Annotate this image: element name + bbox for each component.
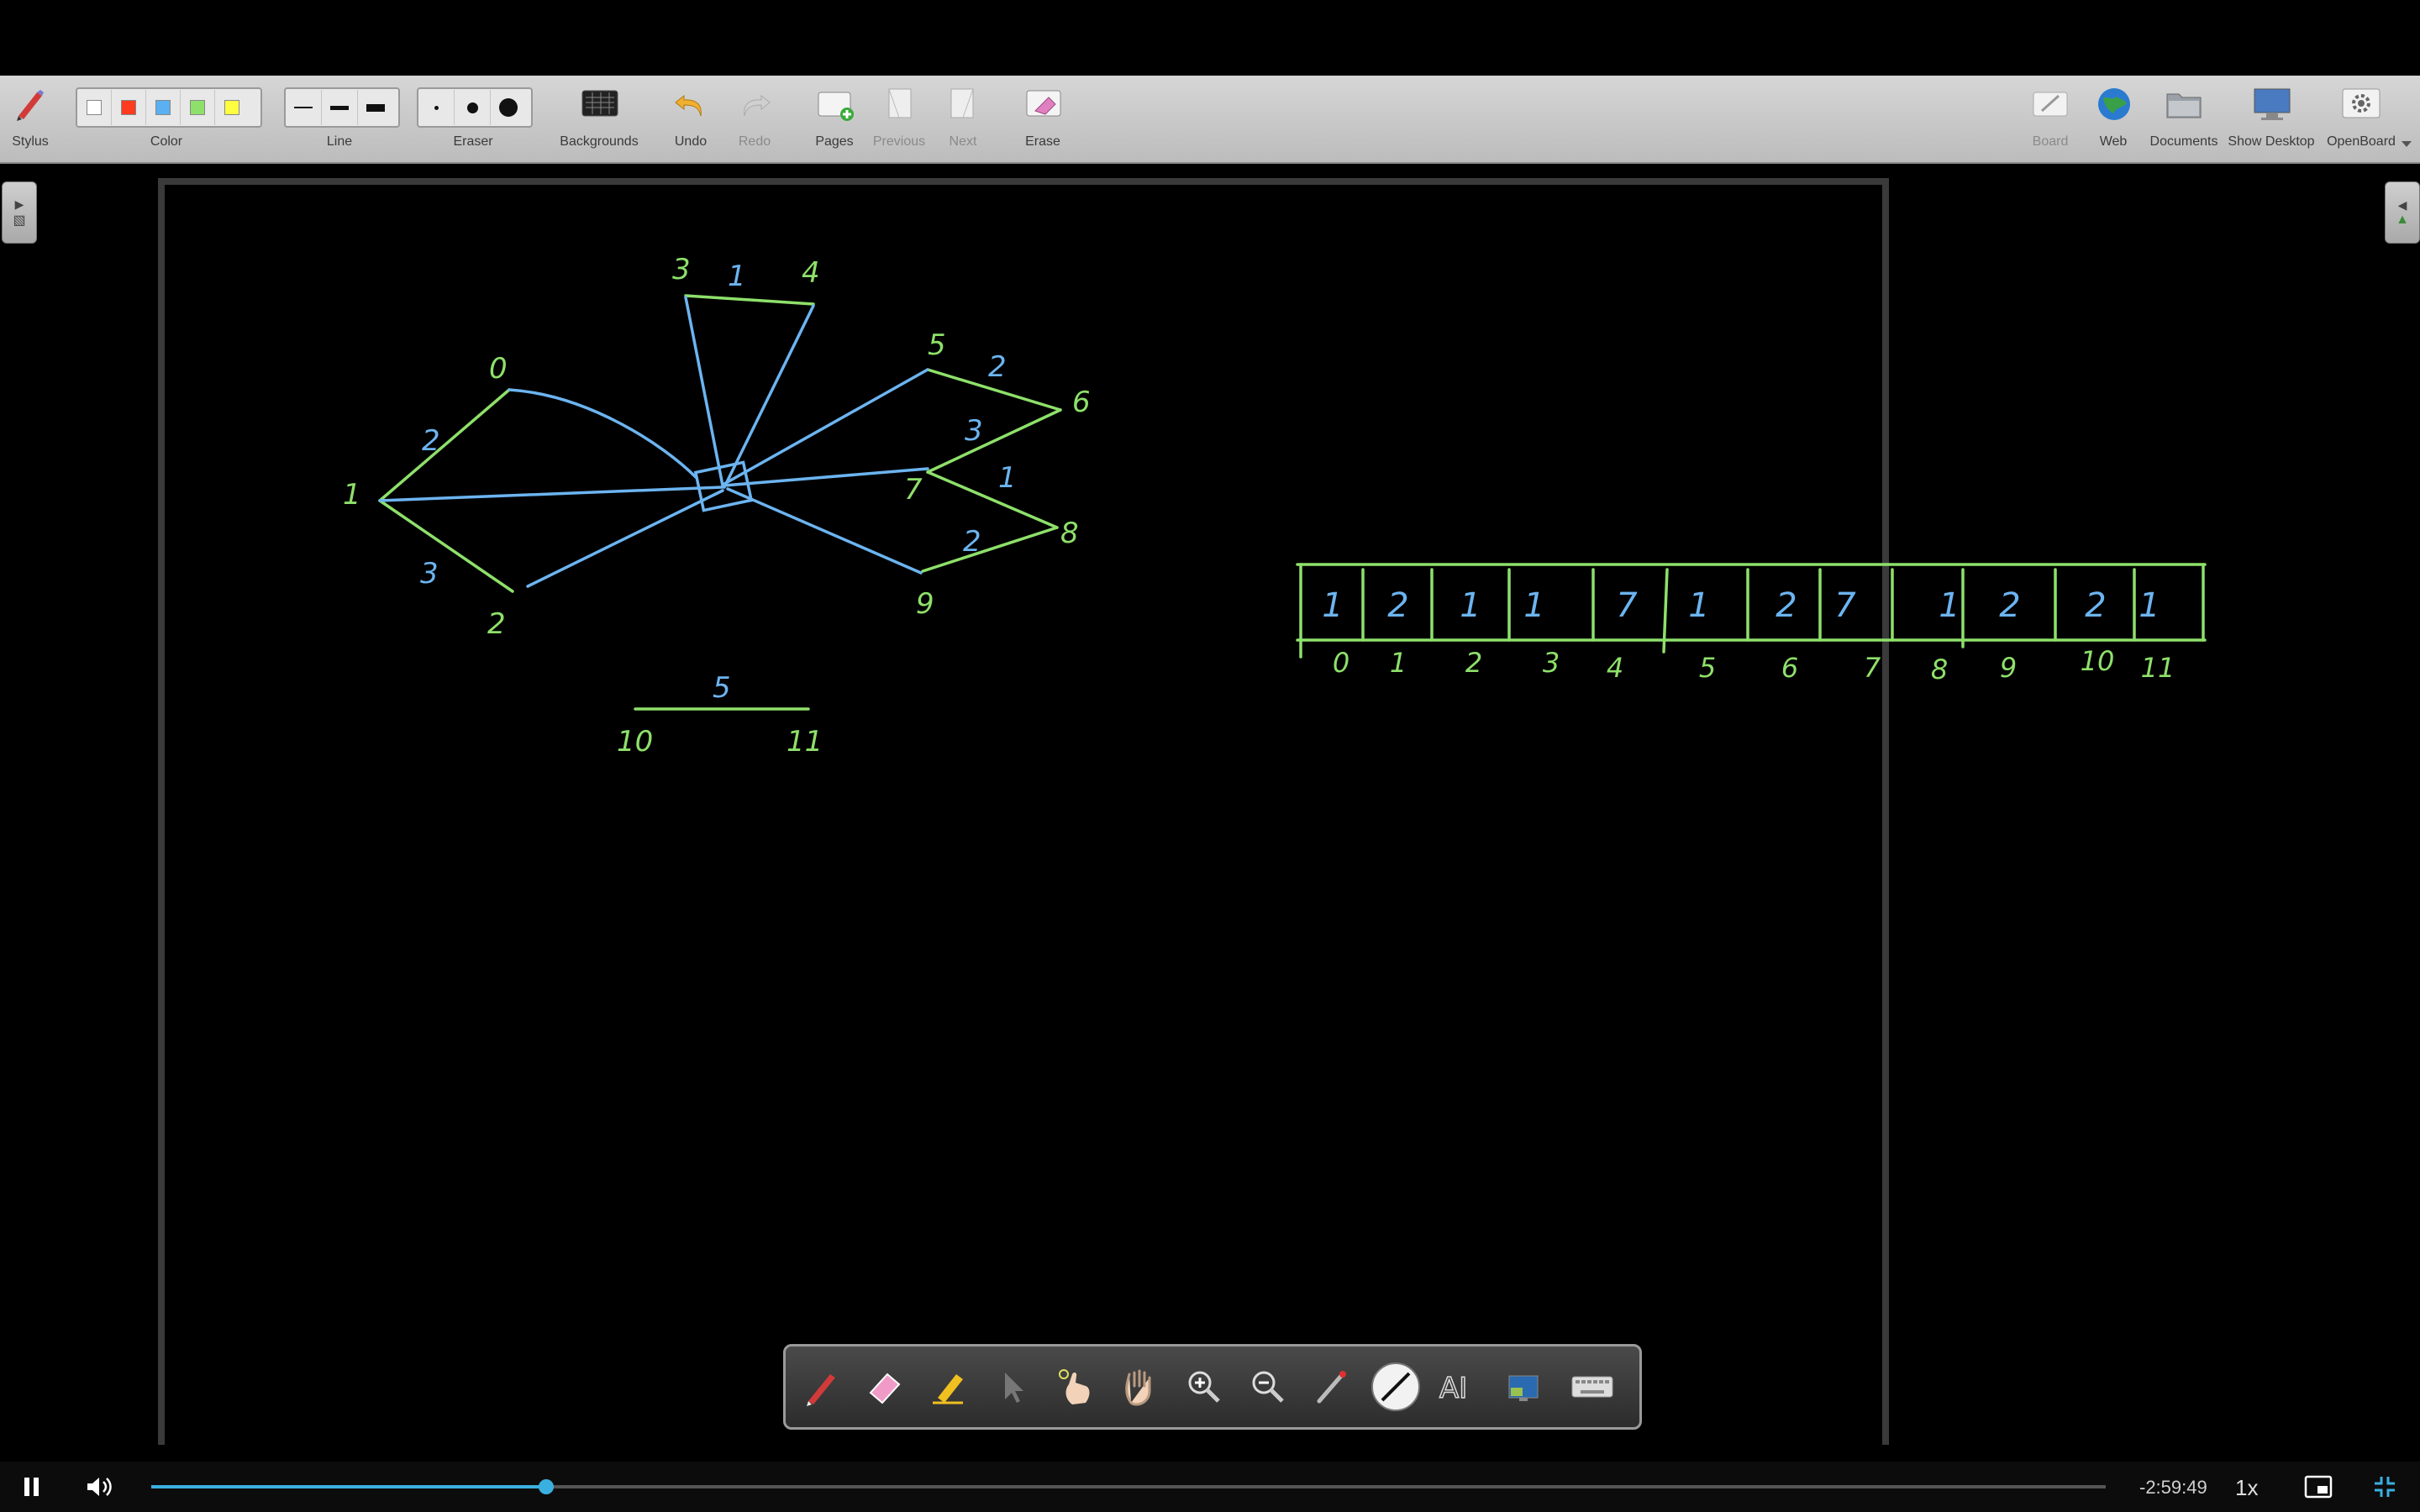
node-label: 1	[343, 478, 361, 512]
node-label: 6	[1072, 386, 1091, 419]
array-index: 5	[1699, 652, 1716, 684]
array-index: 6	[1781, 652, 1798, 684]
zoom-in-icon[interactable]	[1181, 1363, 1228, 1410]
node-label: 3	[672, 253, 691, 286]
array-box	[1296, 563, 2207, 659]
selector-arrow-icon[interactable]	[989, 1363, 1036, 1410]
eraser-icon[interactable]	[861, 1363, 908, 1410]
array-indices: 0 1 2 3 4 5 6 7 8 9 10 11	[1333, 645, 2175, 685]
pause-icon[interactable]	[22, 1477, 42, 1497]
array-index: 2	[1465, 647, 1482, 679]
video-progress-thumb[interactable]	[538, 1479, 554, 1494]
array-value: 2	[2085, 586, 2106, 625]
video-progress-track[interactable]	[151, 1479, 2106, 1494]
node-label: 7	[904, 473, 923, 507]
virtual-keyboard-icon[interactable]	[1565, 1363, 1619, 1410]
board-drawing: 0 1 2 3 4 5 6 7 8 9 10 11 2 3 1 2 3 1 2 …	[343, 253, 2207, 759]
node-label: 4	[802, 256, 820, 290]
array-value: 1	[1322, 586, 1343, 625]
array-index: 4	[1607, 652, 1623, 684]
array-value: 1	[1939, 586, 1960, 625]
highlighter-icon[interactable]	[925, 1363, 972, 1410]
array-index: 9	[2000, 652, 2017, 684]
edge-weight: 5	[713, 671, 731, 705]
array-value: 1	[1460, 586, 1481, 625]
edge-weight: 2	[988, 350, 1007, 384]
array-value: 2	[1387, 586, 1408, 625]
array-value: 7	[1834, 586, 1856, 625]
array-index: 1	[1390, 647, 1407, 679]
node-label: 9	[916, 587, 934, 621]
array-value: 1	[1688, 586, 1709, 625]
edge-weight: 3	[420, 557, 439, 591]
array-value: 2	[1999, 586, 2020, 625]
array-index: 10	[2081, 645, 2115, 677]
array-values: 1 2 1 1 7 1 2 7 1 2 2 1	[1322, 586, 2160, 625]
edge-weight: 1	[998, 461, 1017, 495]
edge-weight: 3	[965, 414, 983, 448]
video-progress-fill	[151, 1485, 546, 1488]
tree-blue-spokes	[378, 296, 929, 588]
pen-icon[interactable]	[797, 1363, 844, 1410]
pan-hand-icon[interactable]	[1117, 1363, 1164, 1410]
array-value: 1	[1523, 586, 1544, 625]
node-label: 2	[487, 607, 506, 641]
array-value: 7	[1616, 586, 1638, 625]
exit-fullscreen-icon[interactable]	[2373, 1475, 2396, 1503]
array-index: 3	[1543, 647, 1560, 679]
node-label: 5	[928, 328, 946, 362]
edge-weight: 2	[422, 424, 440, 458]
video-player-bar: -2:59:49 1x	[0, 1462, 2420, 1512]
array-index: 11	[2141, 652, 2175, 684]
array-index: 8	[1931, 654, 1948, 685]
array-value: 1	[2139, 586, 2160, 625]
picture-in-picture-icon[interactable]	[2304, 1475, 2333, 1503]
interact-hand-icon[interactable]	[1053, 1363, 1100, 1410]
tree-edge-weights: 2 3 1 2 3 1 2 5	[420, 260, 1017, 705]
edge-weight: 1	[728, 260, 746, 293]
node-label: 10	[617, 725, 653, 759]
array-index: 7	[1864, 652, 1881, 684]
time-remaining: -2:59:49	[2139, 1477, 2207, 1498]
tree-green-edges	[378, 294, 1062, 711]
array-index: 0	[1333, 647, 1349, 679]
node-label: 8	[1060, 517, 1079, 550]
volume-icon[interactable]	[86, 1475, 114, 1503]
board-tools-dock: AI	[783, 1344, 1642, 1430]
svg-text:AI: AI	[1439, 1372, 1467, 1405]
zoom-out-icon[interactable]	[1244, 1363, 1292, 1410]
playback-speed-button[interactable]: 1x	[2235, 1475, 2258, 1501]
node-label: 0	[489, 352, 508, 386]
text-tool-icon[interactable]: AI	[1436, 1363, 1483, 1410]
capture-screen-icon[interactable]	[1500, 1363, 1547, 1410]
node-label: 11	[786, 725, 823, 759]
edge-weight: 2	[963, 525, 981, 559]
line-tool-icon[interactable]	[1369, 1360, 1423, 1414]
laser-pointer-icon[interactable]	[1308, 1363, 1355, 1410]
array-value: 2	[1776, 586, 1797, 625]
